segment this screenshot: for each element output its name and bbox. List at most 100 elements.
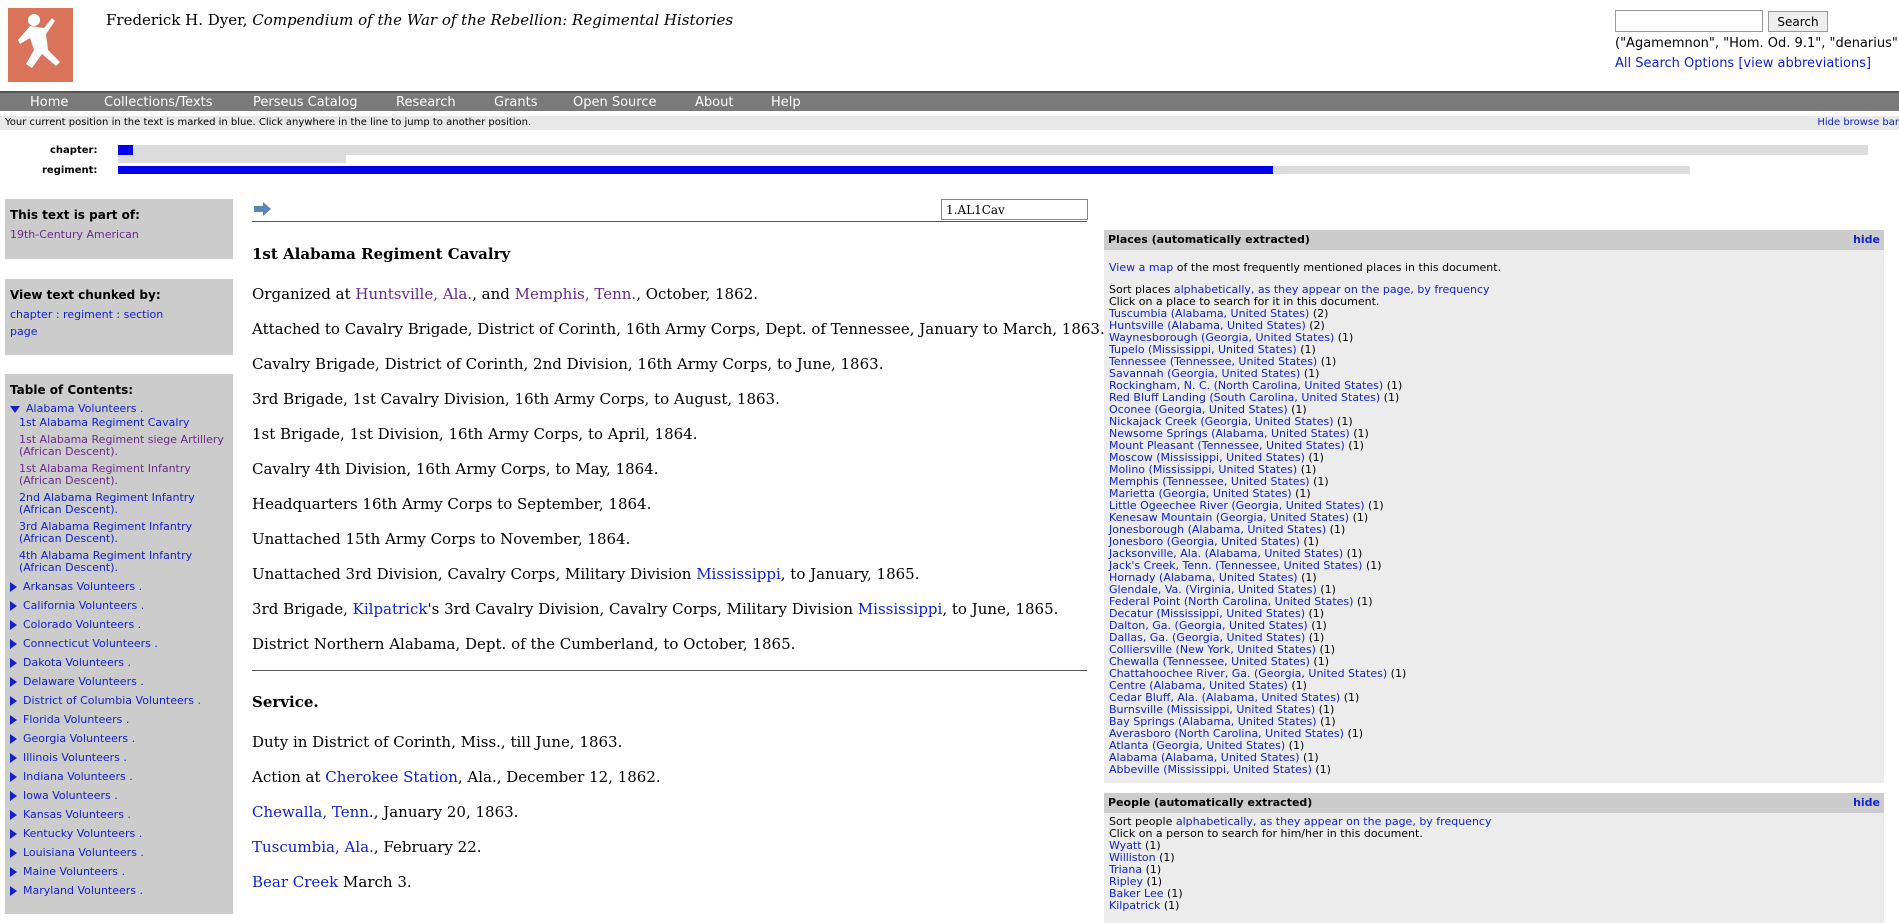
toc-sub-item[interactable]: 1st Alabama Regiment siege Artillery (Af… — [19, 433, 224, 458]
collection-link[interactable]: 19th-Century American — [10, 228, 139, 241]
expand-triangle-icon[interactable] — [10, 829, 17, 839]
search-input[interactable] — [1615, 10, 1763, 32]
nav-collections[interactable]: Collections/Texts — [104, 95, 213, 110]
regiment-heading: 1st Alabama Regiment Cavalry — [252, 245, 511, 263]
toc-sub-item[interactable]: 4th Alabama Regiment Infantry (African D… — [19, 549, 192, 574]
chunk-options[interactable]: chapter : regiment : section — [10, 308, 228, 321]
nav-home[interactable]: Home — [30, 95, 68, 110]
collapse-triangle-icon[interactable] — [10, 405, 20, 413]
chunk-option-page[interactable]: page — [10, 325, 228, 338]
perseus-logo[interactable] — [8, 8, 73, 82]
place-link[interactable]: Memphis, Tenn. — [515, 285, 637, 303]
toc-item[interactable]: Georgia Volunteers . — [10, 733, 228, 745]
regiment-current-marker — [118, 166, 1273, 174]
toc-item[interactable]: Louisiana Volunteers . — [10, 847, 228, 859]
toc-item[interactable]: Iowa Volunteers . — [10, 790, 228, 802]
position-input[interactable] — [941, 199, 1088, 220]
toc-sub-item[interactable]: 1st Alabama Regiment Infantry (African D… — [19, 462, 191, 487]
toc-item[interactable]: Indiana Volunteers . — [10, 771, 228, 783]
toc-box: Table of Contents: Alabama Volunteers . … — [5, 374, 233, 914]
expand-triangle-icon[interactable] — [10, 696, 17, 706]
toc-sub-item[interactable]: 2nd Alabama Regiment Infantry (African D… — [19, 491, 195, 516]
toc-item[interactable]: Kentucky Volunteers . — [10, 828, 228, 840]
part-of-box: This text is part of: 19th-Century Ameri… — [5, 199, 233, 259]
expand-triangle-icon[interactable] — [10, 886, 17, 896]
toc-label[interactable]: Connecticut Volunteers . — [23, 637, 158, 650]
expand-triangle-icon[interactable] — [10, 639, 17, 649]
toc-item[interactable]: Maryland Volunteers . — [10, 885, 228, 897]
toc-label[interactable]: Kansas Volunteers . — [23, 808, 131, 821]
toc-label[interactable]: Louisiana Volunteers . — [23, 846, 144, 859]
place-link[interactable]: Chewalla, Tenn. — [252, 803, 374, 821]
expand-triangle-icon[interactable] — [10, 582, 17, 592]
place-link[interactable]: Huntsville, Ala. — [355, 285, 472, 303]
nav-research[interactable]: Research — [396, 95, 456, 110]
toc-label[interactable]: Arkansas Volunteers . — [23, 580, 142, 593]
toc-label[interactable]: Dakota Volunteers . — [23, 656, 131, 669]
toc-item[interactable]: Connecticut Volunteers . — [10, 638, 228, 650]
expand-triangle-icon[interactable] — [10, 620, 17, 630]
expand-triangle-icon[interactable] — [10, 810, 17, 820]
toc-label[interactable]: Indiana Volunteers . — [23, 770, 133, 783]
view-abbreviations-link[interactable]: [view abbreviations] — [1738, 56, 1871, 71]
toc-item[interactable]: Illinois Volunteers . — [10, 752, 228, 764]
toc-item[interactable]: Colorado Volunteers . — [10, 619, 228, 631]
nav-open-source[interactable]: Open Source — [573, 95, 657, 110]
toc-label[interactable]: California Volunteers . — [23, 599, 144, 612]
nav-perseus-catalog[interactable]: Perseus Catalog — [253, 95, 358, 110]
expand-triangle-icon[interactable] — [10, 601, 17, 611]
toc-label[interactable]: Iowa Volunteers . — [23, 789, 118, 802]
nav-grants[interactable]: Grants — [494, 95, 538, 110]
view-map-link[interactable]: View a map — [1109, 261, 1173, 274]
toc-sub-item[interactable]: 1st Alabama Regiment Cavalry — [19, 416, 190, 429]
toc-label[interactable]: Kentucky Volunteers . — [23, 827, 142, 840]
expand-triangle-icon[interactable] — [10, 658, 17, 668]
expand-triangle-icon[interactable] — [10, 734, 17, 744]
toc-label[interactable]: Georgia Volunteers . — [23, 732, 135, 745]
toc-item[interactable]: District of Columbia Volunteers . — [10, 695, 228, 707]
toc-label[interactable]: Illinois Volunteers . — [23, 751, 127, 764]
expand-triangle-icon[interactable] — [10, 791, 17, 801]
toc-item-alabama[interactable]: Alabama Volunteers . 1st Alabama Regimen… — [10, 403, 228, 574]
toc-sub-item[interactable]: 3rd Alabama Regiment Infantry (African D… — [19, 520, 192, 545]
person-link[interactable]: Kilpatrick — [353, 600, 428, 618]
places-hide-link[interactable]: hide — [1853, 233, 1880, 246]
place-link[interactable]: Mississippi — [696, 565, 781, 583]
chapter-browse-bar-overflow[interactable] — [118, 155, 346, 163]
nav-about[interactable]: About — [695, 95, 733, 110]
expand-triangle-icon[interactable] — [10, 753, 17, 763]
toc-item[interactable]: Florida Volunteers . — [10, 714, 228, 726]
expand-triangle-icon[interactable] — [10, 715, 17, 725]
toc-label[interactable]: Delaware Volunteers . — [23, 675, 144, 688]
toc-item[interactable]: Dakota Volunteers . — [10, 657, 228, 669]
place-link[interactable]: Tuscumbia, Ala. — [252, 838, 374, 856]
toc-label[interactable]: Florida Volunteers . — [23, 713, 129, 726]
toc-label[interactable]: Maine Volunteers . — [23, 865, 125, 878]
person-link[interactable]: Kilpatrick — [1109, 899, 1160, 912]
place-link[interactable]: Cherokee Station — [325, 768, 458, 786]
expand-triangle-icon[interactable] — [10, 772, 17, 782]
toc-label[interactable]: District of Columbia Volunteers . — [23, 694, 201, 707]
expand-triangle-icon[interactable] — [10, 848, 17, 858]
people-hide-link[interactable]: hide — [1853, 796, 1880, 809]
toc-item[interactable]: California Volunteers . — [10, 600, 228, 612]
expand-triangle-icon[interactable] — [10, 867, 17, 877]
place-link[interactable]: Abbeville (Mississippi, United States) — [1109, 763, 1312, 776]
place-link[interactable]: Mississippi — [858, 600, 943, 618]
part-of-title: This text is part of: — [10, 208, 140, 222]
toc-label[interactable]: Maryland Volunteers . — [23, 884, 143, 897]
next-arrow-icon[interactable] — [254, 202, 272, 216]
all-search-options-link[interactable]: All Search Options — [1615, 56, 1734, 71]
hide-browse-bar-link[interactable]: Hide browse bar — [1817, 116, 1899, 130]
search-button[interactable]: Search — [1768, 11, 1828, 32]
toc-item[interactable]: Kansas Volunteers . — [10, 809, 228, 821]
toc-item[interactable]: Maine Volunteers . — [10, 866, 228, 878]
place-link[interactable]: Bear Creek — [252, 873, 338, 891]
toc-item[interactable]: Delaware Volunteers . — [10, 676, 228, 688]
expand-triangle-icon[interactable] — [10, 677, 17, 687]
toc-label[interactable]: Alabama Volunteers . — [26, 402, 144, 415]
toc-label[interactable]: Colorado Volunteers . — [23, 618, 141, 631]
toc-item[interactable]: Arkansas Volunteers . — [10, 581, 228, 593]
chapter-browse-bar[interactable] — [118, 145, 1868, 155]
nav-help[interactable]: Help — [771, 95, 801, 110]
